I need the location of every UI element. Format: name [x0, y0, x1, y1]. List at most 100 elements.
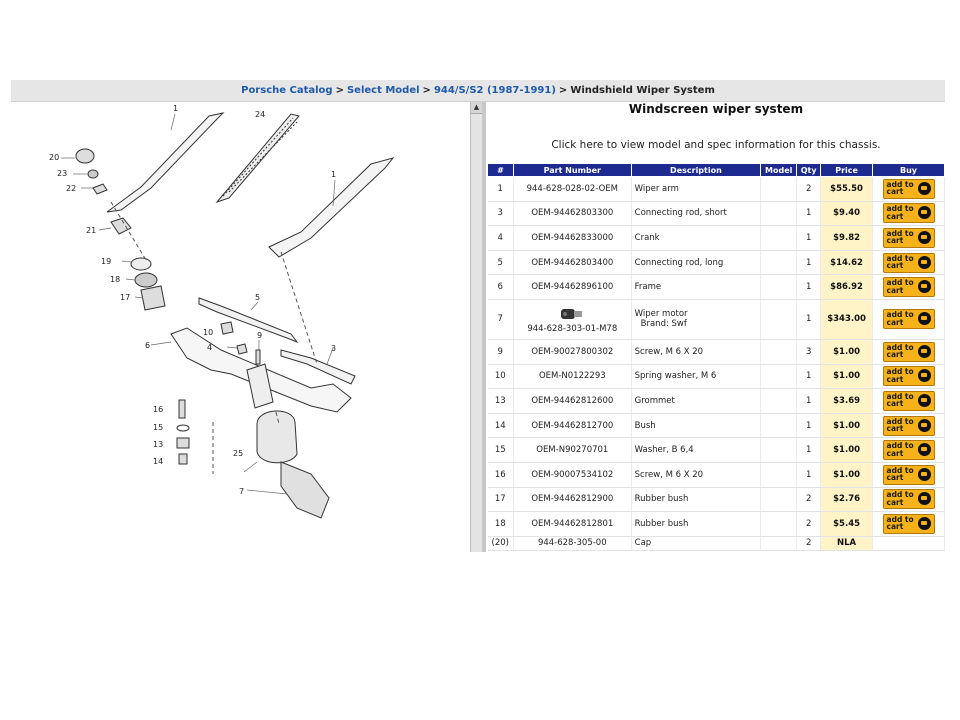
wiper-motor-25 — [256, 410, 298, 464]
cell-description: Wiper arm — [631, 176, 762, 202]
add-to-cart-button[interactable]: add to cart — [882, 366, 935, 387]
leader-line — [243, 461, 258, 473]
add-to-cart-button[interactable]: add to cart — [882, 252, 935, 273]
part-washer-15 — [176, 424, 190, 432]
cell-model — [760, 250, 798, 276]
add-to-cart-button[interactable]: add to cart — [882, 309, 935, 330]
model-info-link[interactable]: Click here to view model and spec inform… — [487, 139, 945, 151]
cell-qty: 2 — [796, 487, 822, 513]
parts-pane: Windscreen wiper system Click here to vi… — [487, 102, 945, 552]
cell-part-number: OEM-N0122293 — [513, 364, 632, 390]
add-to-cart-button[interactable]: add to cart — [882, 489, 935, 510]
callout-label: 21 — [86, 226, 96, 235]
add-to-cart-label-line2: cart — [886, 236, 904, 246]
part-number-text: OEM-94462803400 — [531, 257, 614, 268]
cart-icon — [917, 443, 931, 457]
description-text: Grommet — [634, 395, 675, 406]
catalog-frame: Porsche Catalog > Select Model >944/S/S2 (1… — [11, 80, 945, 552]
cell-buy: add to cart — [872, 201, 945, 227]
description-text: Washer, B 6,4 — [634, 445, 694, 456]
part-washer — [92, 183, 108, 195]
add-to-cart-button[interactable]: add to cart — [882, 227, 935, 248]
cart-icon — [917, 206, 931, 220]
breadcrumb-link-select-model[interactable]: Select Model — [347, 85, 420, 96]
cell-qty: 1 — [796, 250, 822, 276]
cell-qty: 2 — [796, 536, 822, 551]
table-row: 13 OEM-94462812600 Grommet 1 $3.69 add to cart — [487, 388, 945, 414]
add-to-cart-button[interactable]: add to cart — [882, 178, 935, 199]
wiper-motor-thumbnail[interactable] — [559, 305, 585, 323]
cell-model — [760, 339, 798, 365]
cell-price: $9.40 — [820, 201, 874, 227]
cell-qty: 2 — [796, 511, 822, 537]
cell-price: $1.00 — [820, 462, 874, 488]
cell-qty: 1 — [796, 413, 822, 439]
cell-qty: 1 — [796, 437, 822, 463]
add-to-cart-button[interactable]: add to cart — [882, 415, 935, 436]
connecting-rod-short — [280, 349, 356, 385]
parts-diagram: 1 24 20 23 22 1 21 19 18 17 5 10 9 4 6 3… — [11, 102, 469, 552]
part-crank-4 — [236, 343, 248, 355]
pane-splitter[interactable] — [482, 102, 486, 552]
col-header-buy: Buy — [872, 163, 945, 177]
breadcrumb-link-catalog[interactable]: Porsche Catalog — [241, 85, 332, 96]
cell-description: Crank — [631, 225, 762, 251]
add-to-cart-button[interactable]: add to cart — [882, 440, 935, 461]
cell-model — [760, 511, 798, 537]
connecting-rod-long — [198, 297, 299, 344]
system-title: Windscreen wiper system — [628, 102, 804, 116]
cell-num: 10 — [487, 364, 514, 390]
cart-icon — [917, 492, 931, 506]
cell-model — [760, 299, 798, 340]
cell-model — [760, 176, 798, 202]
table-row: 14 OEM-94462812700 Bush 1 $1.00 add to cart — [487, 413, 945, 439]
callout-label: 18 — [110, 275, 120, 284]
description-text: Crank — [634, 232, 660, 243]
cell-part-number: OEM-94462803300 — [513, 201, 632, 227]
cell-num: 4 — [487, 225, 514, 251]
table-row: 4 OEM-94462833000 Crank 1 $9.82 add to cart — [487, 225, 945, 251]
part-rubber-bush-17 — [140, 285, 166, 311]
cell-part-number: OEM-90027800302 — [513, 339, 632, 365]
table-row: (20) 944-628-305-00 Cap 2 NLA — [487, 536, 945, 551]
add-to-cart-button[interactable]: add to cart — [882, 277, 935, 298]
cart-icon — [917, 312, 931, 326]
description-text: Spring washer, M 6 — [634, 371, 717, 382]
cell-price: $5.45 — [820, 511, 874, 537]
description-text: Screw, M 6 X 20 — [634, 346, 704, 357]
cell-price: $1.00 — [820, 339, 874, 365]
description-text: Rubber bush — [634, 518, 689, 529]
scroll-up-arrow-icon[interactable]: ▲ — [471, 102, 482, 114]
cell-buy: add to cart — [872, 250, 945, 276]
part-number-text: OEM-94462833000 — [531, 232, 614, 243]
add-to-cart-button[interactable]: add to cart — [882, 513, 935, 534]
cart-icon — [917, 393, 931, 407]
parts-table: # Part Number Description Model Qty Pric… — [487, 163, 945, 551]
cell-part-number: OEM-94462803400 — [513, 250, 632, 276]
part-spring-washer-10 — [220, 321, 234, 335]
part-number-text: OEM-94462812900 — [531, 494, 614, 505]
col-header-model: Model — [760, 163, 798, 177]
add-to-cart-button[interactable]: add to cart — [882, 341, 935, 362]
description-text: Rubber bush — [634, 494, 689, 505]
add-to-cart-button[interactable]: add to cart — [882, 390, 935, 411]
part-number-text: OEM-N0122293 — [538, 371, 606, 382]
cell-description: Rubber bush — [631, 511, 762, 537]
part-number-text: 944-628-305-00 — [537, 538, 607, 549]
add-to-cart-label: add to cart — [887, 466, 914, 482]
cart-icon — [917, 418, 931, 432]
breadcrumb-current: Windshield Wiper System — [570, 85, 715, 96]
cell-num: 14 — [487, 413, 514, 439]
add-to-cart-button[interactable]: add to cart — [882, 203, 935, 224]
col-header-qty: Qty — [796, 163, 822, 177]
breadcrumb-link-model[interactable]: 944/S/S2 (1987-1991) — [434, 85, 556, 96]
add-to-cart-button[interactable]: add to cart — [882, 464, 935, 485]
col-header-price: Price — [820, 163, 874, 177]
cell-description: Rubber bush — [631, 487, 762, 513]
add-to-cart-label: add to cart — [887, 368, 914, 383]
callout-label: 6 — [145, 341, 150, 350]
description-text: Screw, M 6 X 20 — [634, 469, 704, 480]
callout-label: 25 — [233, 449, 243, 458]
table-row: 16 OEM-90007534102 Screw, M 6 X 20 1 $1.00 ad… — [487, 462, 945, 488]
add-to-cart-label-line2: cart — [886, 522, 904, 532]
